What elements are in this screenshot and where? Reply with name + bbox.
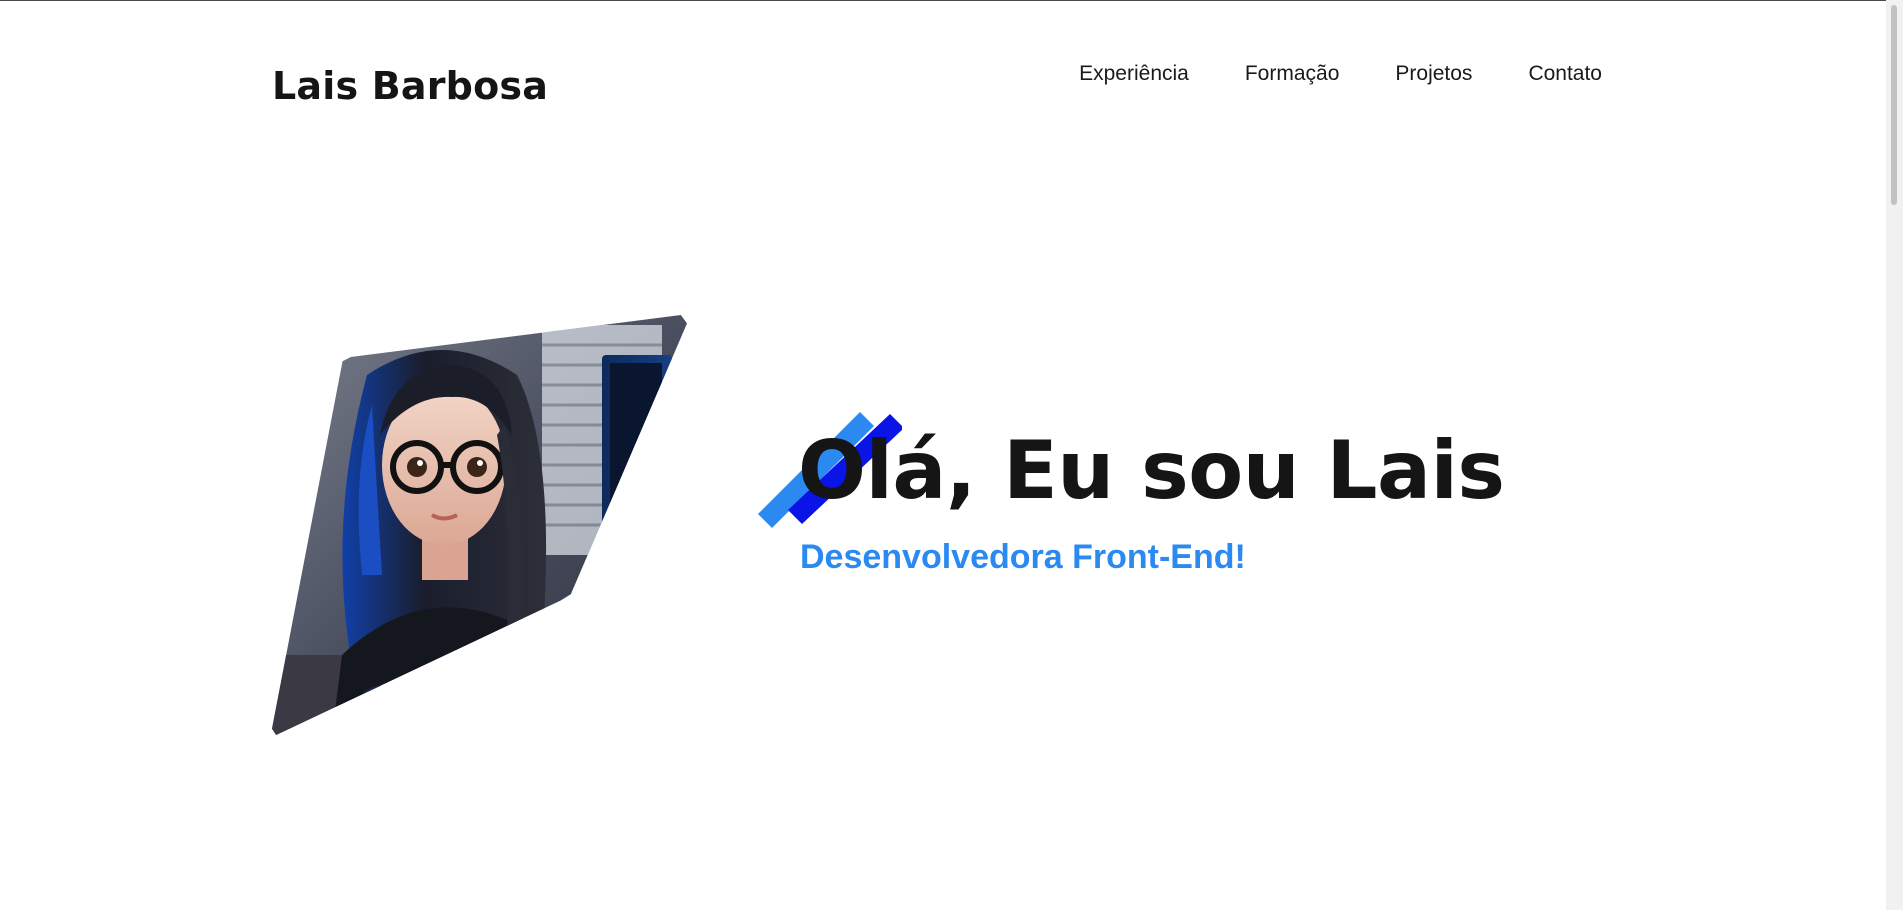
- nav-link-contato[interactable]: Contato: [1528, 62, 1602, 86]
- nav-link-experiencia[interactable]: Experiência: [1079, 62, 1189, 86]
- nav-link-projetos[interactable]: Projetos: [1395, 62, 1472, 86]
- page-scrollbar[interactable]: [1886, 0, 1903, 910]
- hero-subtitle: Desenvolvedora Front-End!: [800, 538, 1246, 576]
- page: Lais Barbosa Experiência Formação Projet…: [0, 0, 1886, 910]
- hero-headline: Olá, Eu sou Lais: [798, 424, 1505, 517]
- site-header: Lais Barbosa Experiência Formação Projet…: [272, 58, 1602, 118]
- brand-name[interactable]: Lais Barbosa: [272, 64, 548, 108]
- nav-link-formacao[interactable]: Formação: [1245, 62, 1340, 86]
- scrollbar-thumb[interactable]: [1891, 5, 1897, 205]
- profile-photo: [272, 315, 687, 735]
- main-nav: Experiência Formação Projetos Contato: [1079, 62, 1602, 86]
- avatar-illustration-icon: [272, 315, 687, 735]
